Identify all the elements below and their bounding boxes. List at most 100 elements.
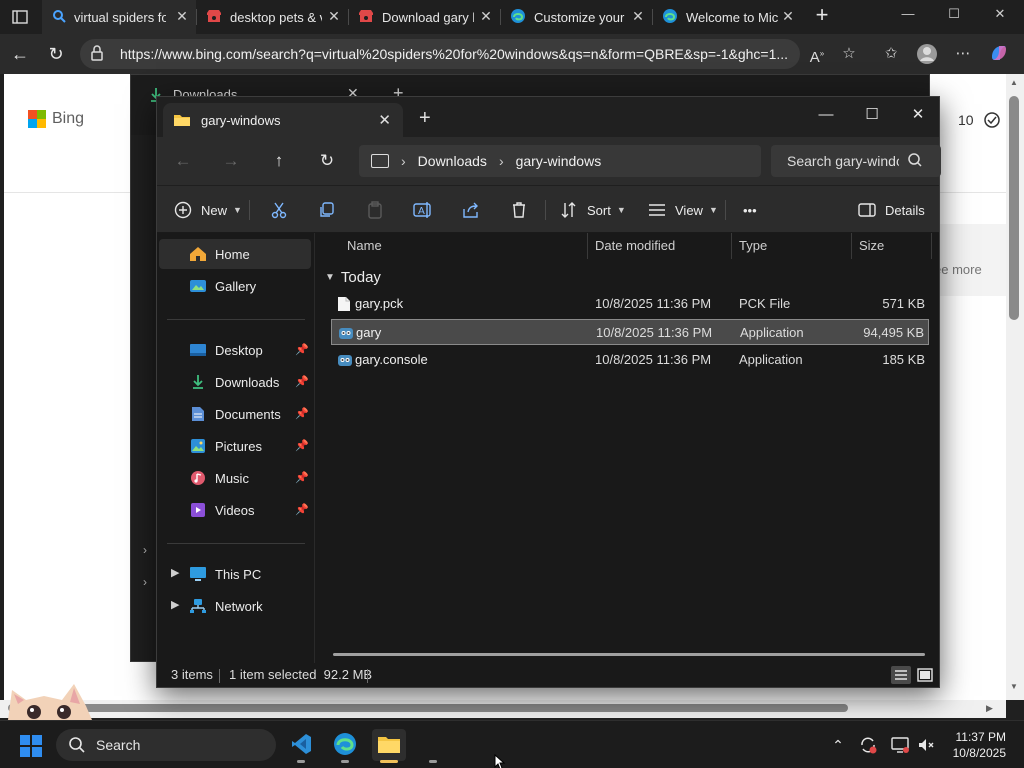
back-arrow-icon[interactable]: ← bbox=[171, 149, 195, 173]
breadcrumb-item-gary-windows[interactable]: gary-windows bbox=[516, 153, 602, 169]
taskbar-clock[interactable]: 11:37 PM 10/8/2025 bbox=[942, 729, 1006, 761]
pin-icon[interactable]: 📌 bbox=[295, 407, 309, 421]
column-header-size[interactable]: Size bbox=[859, 233, 884, 259]
tab-close-icon[interactable]: ✕ bbox=[326, 8, 342, 25]
explorer-tab-close-icon[interactable]: ✕ bbox=[378, 111, 391, 129]
explorer-close-button[interactable]: ✕ bbox=[905, 103, 931, 127]
up-arrow-icon[interactable]: ↑ bbox=[267, 149, 291, 173]
expand-chevron-icon[interactable]: › bbox=[143, 575, 147, 589]
favorite-star-icon[interactable]: ☆ bbox=[838, 43, 860, 65]
more-options-button[interactable]: ••• bbox=[743, 198, 757, 222]
browser-tab-5[interactable]: Welcome to Micr ✕ bbox=[652, 0, 802, 34]
scroll-down-icon[interactable]: ▼ bbox=[1010, 682, 1018, 691]
network-monitor-icon[interactable] bbox=[890, 735, 910, 755]
see-more-link[interactable]: ee more bbox=[934, 262, 982, 277]
nav-item-home[interactable]: Home bbox=[159, 239, 311, 269]
browser-maximize-button[interactable]: ☐ bbox=[942, 6, 966, 28]
group-header-today[interactable]: ▼ Today bbox=[325, 265, 381, 289]
file-row[interactable]: gary.console 10/8/2025 11:36 PM Applicat… bbox=[331, 347, 929, 373]
rewards-icon[interactable] bbox=[982, 110, 1002, 133]
file-row[interactable]: gary 10/8/2025 11:36 PM Application 94,4… bbox=[331, 319, 929, 345]
read-aloud-icon[interactable]: A» bbox=[806, 43, 828, 66]
nav-item-pictures[interactable]: Pictures 📌 bbox=[159, 431, 311, 461]
scroll-right-icon[interactable]: ▶ bbox=[986, 703, 993, 714]
browser-tab-1[interactable]: virtual spiders for windows - Search ✕ bbox=[42, 0, 196, 34]
nav-item-downloads[interactable]: Downloads 📌 bbox=[159, 367, 311, 397]
explorer-tab[interactable]: gary-windows ✕ bbox=[163, 103, 403, 137]
explorer-minimize-button[interactable]: — bbox=[813, 103, 839, 127]
rename-button[interactable]: A bbox=[413, 198, 433, 222]
page-horizontal-scrollbar[interactable]: ▶ bbox=[0, 700, 1006, 718]
tab-close-icon[interactable]: ✕ bbox=[478, 8, 494, 25]
nav-item-network[interactable]: ▶ Network bbox=[159, 591, 311, 621]
back-arrow-icon[interactable]: ← bbox=[8, 42, 32, 66]
scrollbar-thumb[interactable] bbox=[8, 704, 848, 712]
nav-item-music[interactable]: Music 📌 bbox=[159, 463, 311, 493]
search-input[interactable]: Search gary-windows bbox=[771, 145, 941, 177]
tab-close-icon[interactable]: ✕ bbox=[630, 8, 646, 25]
paste-button[interactable] bbox=[365, 198, 385, 222]
delete-button[interactable] bbox=[509, 198, 529, 222]
browser-minimize-button[interactable]: — bbox=[896, 6, 920, 28]
column-header-name[interactable]: Name bbox=[347, 233, 382, 259]
desktop-pet-cat[interactable] bbox=[4, 676, 94, 720]
pin-icon[interactable]: 📌 bbox=[295, 503, 309, 517]
pin-icon[interactable]: 📌 bbox=[295, 439, 309, 453]
windows-start-button[interactable] bbox=[20, 735, 42, 757]
nav-item-gallery[interactable]: Gallery bbox=[159, 271, 311, 301]
chevron-right-icon[interactable]: ▶ bbox=[171, 566, 179, 579]
copy-button[interactable] bbox=[317, 198, 337, 222]
tab-actions-icon[interactable] bbox=[8, 6, 32, 28]
forward-arrow-icon[interactable]: → bbox=[219, 149, 243, 173]
breadcrumb-item-downloads[interactable]: Downloads bbox=[418, 153, 487, 169]
nav-item-this-pc[interactable]: ▶ This PC bbox=[159, 559, 311, 589]
column-divider[interactable] bbox=[851, 233, 852, 259]
cut-button[interactable] bbox=[269, 198, 289, 222]
details-view-button[interactable] bbox=[891, 666, 911, 684]
nav-item-desktop[interactable]: Desktop 📌 bbox=[159, 335, 311, 365]
volume-muted-icon[interactable] bbox=[916, 735, 936, 755]
tab-close-icon[interactable]: ✕ bbox=[174, 8, 190, 25]
column-divider[interactable] bbox=[931, 233, 932, 259]
taskbar-app-edge[interactable] bbox=[328, 729, 362, 763]
url-field[interactable]: https://www.bing.com/search?q=virtual%20… bbox=[80, 39, 800, 69]
nav-item-documents[interactable]: Documents 📌 bbox=[159, 399, 311, 429]
share-button[interactable] bbox=[461, 198, 481, 222]
settings-more-icon[interactable]: ⋯ bbox=[952, 43, 974, 65]
nav-item-videos[interactable]: Videos 📌 bbox=[159, 495, 311, 525]
browser-tab-3[interactable]: Download gary by ✕ bbox=[348, 0, 500, 34]
taskbar-search[interactable]: Search bbox=[56, 729, 276, 761]
rewards-count[interactable]: 10 bbox=[958, 112, 974, 128]
column-header-date[interactable]: Date modified bbox=[595, 233, 675, 259]
view-button[interactable]: View ▼ bbox=[647, 198, 718, 222]
sync-alert-icon[interactable] bbox=[858, 735, 878, 755]
new-tab-button[interactable]: + bbox=[810, 4, 834, 28]
explorer-new-tab-button[interactable]: + bbox=[419, 107, 431, 130]
file-list-scrollbar[interactable] bbox=[333, 653, 925, 656]
details-button[interactable]: Details bbox=[857, 198, 925, 222]
column-divider[interactable] bbox=[587, 233, 588, 259]
scroll-up-icon[interactable]: ▲ bbox=[1010, 78, 1018, 87]
taskbar-app-gary[interactable] bbox=[416, 729, 450, 763]
column-divider[interactable] bbox=[731, 233, 732, 259]
sort-button[interactable]: Sort ▼ bbox=[559, 198, 626, 222]
taskbar-app-file-explorer[interactable] bbox=[372, 729, 406, 763]
taskbar-app-vscode[interactable] bbox=[284, 729, 318, 763]
chevron-right-icon[interactable]: ▶ bbox=[171, 598, 179, 611]
explorer-maximize-button[interactable]: ☐ bbox=[859, 103, 885, 127]
new-button[interactable]: New ▼ bbox=[173, 198, 242, 222]
pin-icon[interactable]: 📌 bbox=[295, 343, 309, 357]
profile-avatar[interactable] bbox=[916, 43, 938, 65]
pin-icon[interactable]: 📌 bbox=[295, 375, 309, 389]
breadcrumb[interactable]: › Downloads › gary-windows bbox=[359, 145, 761, 177]
file-row[interactable]: gary.pck 10/8/2025 11:36 PM PCK File 571… bbox=[331, 291, 929, 317]
column-header-type[interactable]: Type bbox=[739, 233, 767, 259]
scrollbar-thumb[interactable] bbox=[1009, 96, 1019, 320]
refresh-icon[interactable]: ↻ bbox=[44, 42, 68, 66]
copilot-icon[interactable] bbox=[988, 43, 1010, 65]
browser-tab-2[interactable]: desktop pets & virtual friends ✕ bbox=[196, 0, 348, 34]
tab-close-icon[interactable]: ✕ bbox=[780, 8, 796, 25]
pin-icon[interactable]: 📌 bbox=[295, 471, 309, 485]
expand-chevron-icon[interactable]: › bbox=[143, 543, 147, 557]
page-vertical-scrollbar[interactable]: ▲ ▼ bbox=[1006, 74, 1024, 700]
